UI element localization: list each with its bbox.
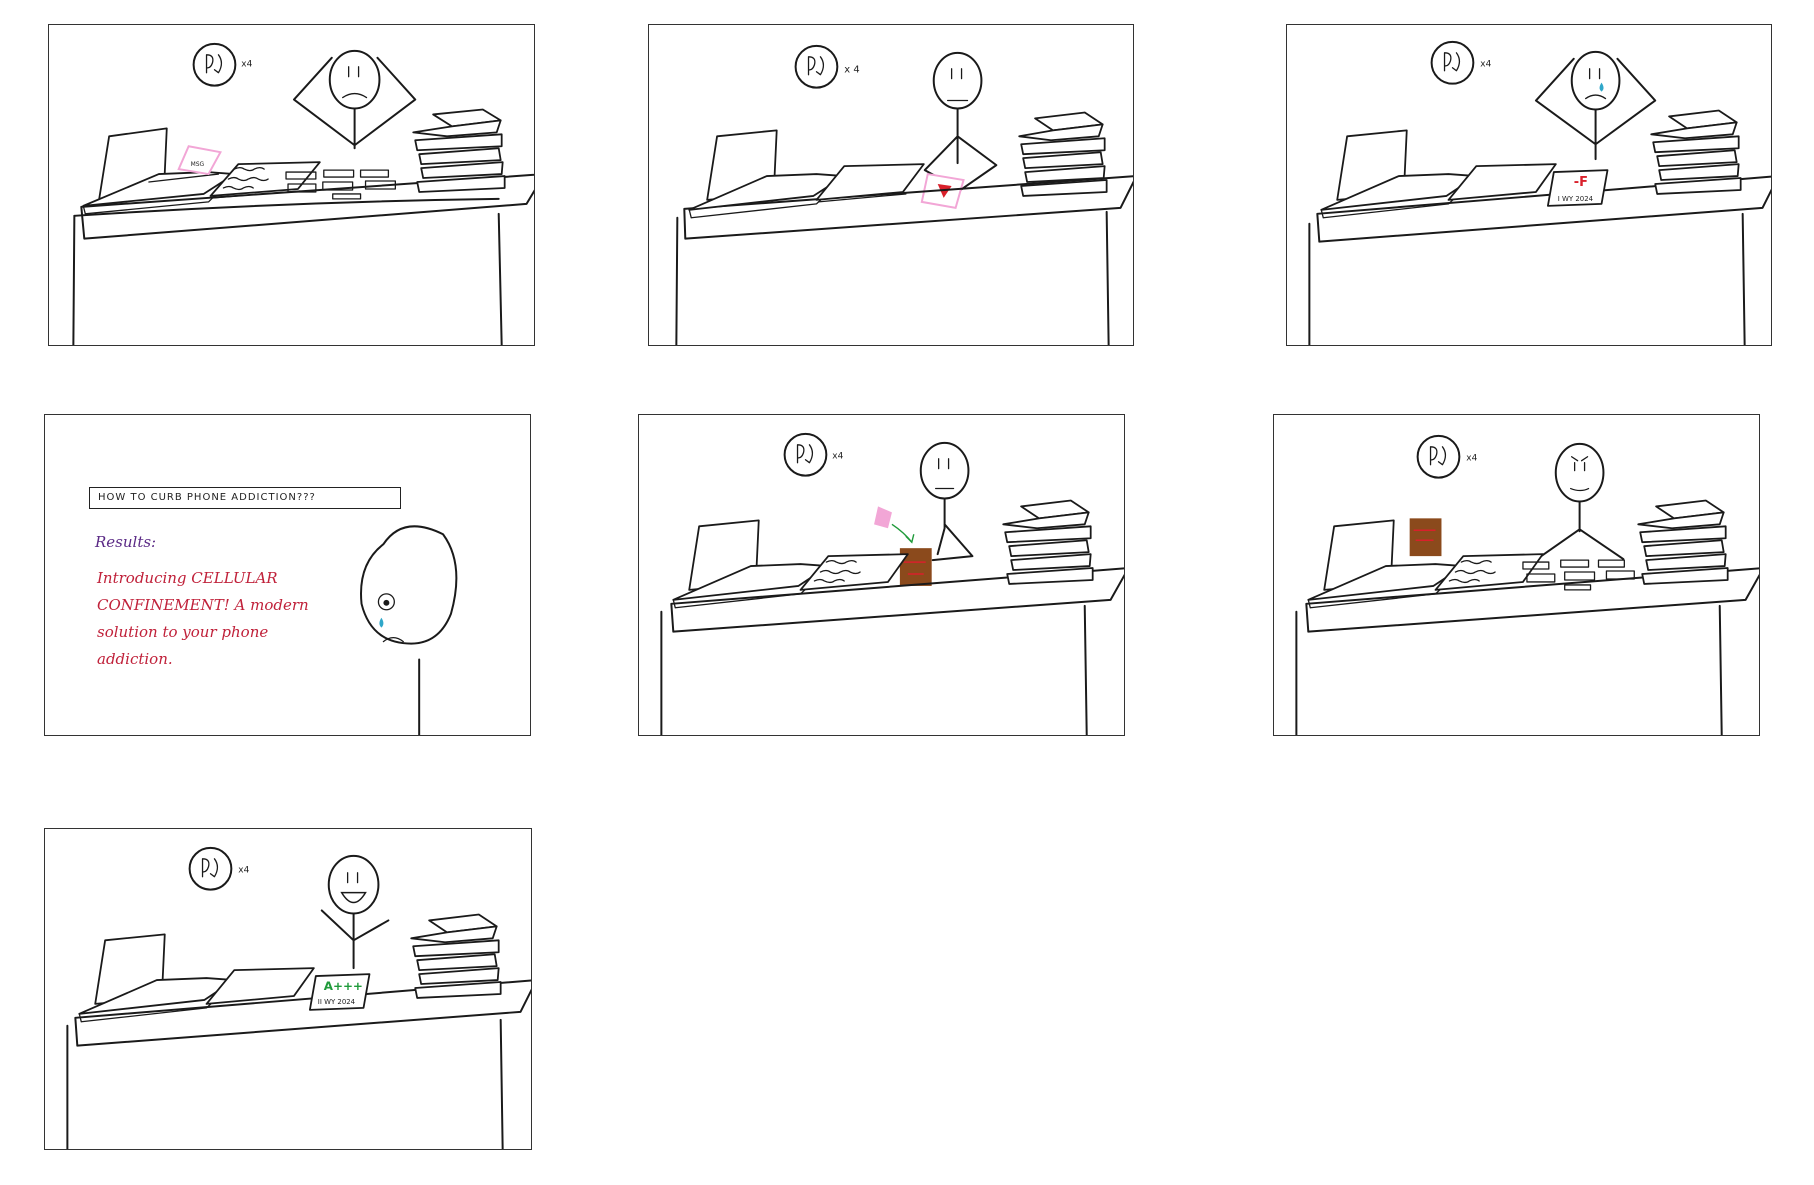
stick-figure [320, 854, 390, 970]
clock-multiplier: x4 [1480, 60, 1491, 70]
clock-icon [1430, 40, 1475, 85]
clock-icon [783, 432, 828, 477]
clock-multiplier: x4 [241, 60, 252, 70]
notebook [799, 553, 909, 591]
notebook [205, 967, 315, 1005]
book-stack [1637, 499, 1729, 585]
storyboard-panel-5: x4 [638, 414, 1125, 736]
book-stack [412, 108, 506, 193]
graded-paper: A+++ II WY 2024 [308, 973, 371, 1011]
storyboard-panel-4: HOW TO CURB PHONE ADDICTION??? Results: … [44, 414, 531, 736]
book-stack [410, 913, 502, 999]
panel-2-drawing: x 4 [675, 44, 1133, 345]
stick-figure [292, 49, 417, 150]
stick-figure [1534, 50, 1657, 161]
stick-figure [360, 525, 458, 735]
grade-text: -F [1574, 175, 1588, 190]
confinement-box [1409, 518, 1442, 557]
storyboard-panel-6: x4 [1273, 414, 1760, 736]
clock-multiplier: x4 [832, 452, 843, 462]
storyboard-panel-2: x 4 [648, 24, 1134, 346]
stick-figure [1538, 442, 1625, 561]
clock-icon [794, 44, 839, 89]
clock-multiplier: x4 [238, 866, 249, 876]
notebook [1447, 163, 1557, 201]
svg-text:MSG: MSG [191, 161, 205, 168]
tear-drop [379, 617, 384, 628]
storyboard-panel-3: x4 -F I WY 2024 [1286, 24, 1772, 346]
storyboard-panel-1: x4 MSG [48, 24, 535, 346]
book-stack [1650, 109, 1742, 195]
book-stack [1002, 499, 1094, 585]
stick-figure [923, 51, 998, 191]
graded-paper: -F I WY 2024 [1546, 169, 1609, 207]
grade-text: A+++ [324, 979, 363, 993]
tear-drop [1599, 82, 1604, 92]
panel-3-drawing: x4 -F I WY 2024 [1308, 40, 1771, 345]
phone [874, 506, 892, 529]
name-label: I WY 2024 [1558, 195, 1594, 203]
clock-multiplier: x 4 [844, 65, 859, 76]
clock-icon [1416, 434, 1461, 479]
laptop [78, 933, 236, 1023]
storyboard-panel-7: x4 A+++ II WY 2024 [44, 828, 532, 1150]
laptop [688, 129, 846, 219]
panel-6-drawing: x4 [1295, 434, 1759, 735]
clock-icon [188, 846, 233, 891]
name-label: II WY 2024 [318, 998, 356, 1006]
phone: MSG [177, 145, 222, 176]
panel-1-drawing: x4 MSG [72, 42, 534, 345]
laptop [672, 519, 830, 609]
clock-multiplier: x4 [1466, 454, 1477, 464]
panel-4-drawing [360, 525, 458, 735]
laptop [1320, 129, 1478, 219]
panel-7-drawing: x4 A+++ II WY 2024 [66, 846, 531, 1149]
clock-icon [192, 42, 237, 87]
panel-5-drawing: x4 [660, 432, 1124, 735]
stick-figure [919, 441, 974, 562]
notebook [1434, 553, 1544, 591]
